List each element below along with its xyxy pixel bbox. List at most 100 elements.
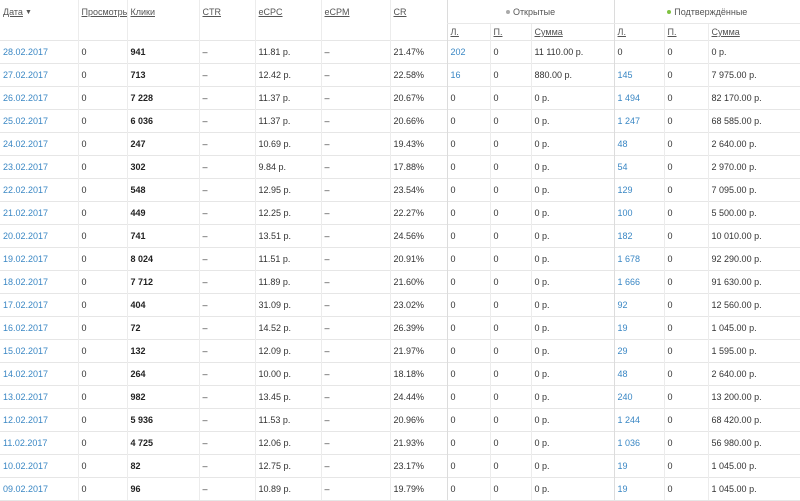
ecpc-cell: 11.81 р. — [254, 40, 321, 64]
date-link[interactable]: 22.02.2017 — [3, 185, 48, 195]
date-cell[interactable]: 19.02.2017 — [0, 247, 78, 271]
confirmed-leads-cell[interactable]: 1 247 — [613, 109, 665, 133]
date-link[interactable]: 25.02.2017 — [3, 116, 48, 126]
confirmed-leads-link[interactable]: 1 244 — [618, 415, 641, 425]
sort-desc-icon[interactable]: ▼ — [25, 9, 32, 16]
confirmed-leads-link[interactable]: 1 036 — [618, 438, 641, 448]
open-p-cell: 0 — [489, 454, 531, 478]
confirmed-leads-cell[interactable]: 100 — [613, 201, 665, 225]
date-link[interactable]: 09.02.2017 — [3, 484, 48, 494]
date-cell[interactable]: 11.02.2017 — [0, 431, 78, 455]
col-header-ctr[interactable]: CTR — [198, 0, 255, 41]
date-cell[interactable]: 14.02.2017 — [0, 362, 78, 386]
date-link[interactable]: 24.02.2017 — [3, 139, 48, 149]
date-cell[interactable]: 26.02.2017 — [0, 86, 78, 110]
confirmed-leads-link[interactable]: 1 666 — [618, 277, 641, 287]
confirmed-leads-link[interactable]: 240 — [618, 392, 633, 402]
date-link[interactable]: 11.02.2017 — [3, 438, 47, 448]
open-leads-link[interactable]: 16 — [451, 70, 461, 80]
confirmed-leads-link[interactable]: 48 — [618, 369, 628, 379]
confirmed-leads-cell[interactable]: 1 494 — [613, 86, 665, 110]
ctr-cell: – — [198, 385, 255, 409]
date-cell[interactable]: 22.02.2017 — [0, 178, 78, 202]
confirmed-leads-cell[interactable]: 1 036 — [613, 431, 665, 455]
confirmed-leads-cell[interactable]: 1 678 — [613, 247, 665, 271]
open-sum-cell: 0 р. — [530, 270, 615, 294]
confirmed-leads-link[interactable]: 1 494 — [618, 93, 641, 103]
col-header-open-sum[interactable]: Сумма — [530, 23, 615, 41]
date-cell[interactable]: 25.02.2017 — [0, 109, 78, 133]
date-cell[interactable]: 15.02.2017 — [0, 339, 78, 363]
open-leads-cell[interactable]: 202 — [446, 40, 490, 64]
confirmed-leads-cell[interactable]: 48 — [613, 132, 665, 156]
date-cell[interactable]: 18.02.2017 — [0, 270, 78, 294]
confirmed-leads-link[interactable]: 19 — [618, 323, 628, 333]
confirmed-leads-cell[interactable]: 19 — [613, 316, 665, 340]
date-cell[interactable]: 20.02.2017 — [0, 224, 78, 248]
confirmed-leads-cell[interactable]: 54 — [613, 155, 665, 179]
date-link[interactable]: 17.02.2017 — [3, 300, 48, 310]
date-cell[interactable]: 23.02.2017 — [0, 155, 78, 179]
date-cell[interactable]: 09.02.2017 — [0, 477, 78, 501]
confirmed-leads-link[interactable]: 129 — [618, 185, 633, 195]
confirmed-leads-link[interactable]: 1 678 — [618, 254, 641, 264]
confirmed-leads-cell[interactable]: 240 — [613, 385, 665, 409]
col-header-conf-sum[interactable]: Сумма — [707, 23, 800, 41]
col-header-date[interactable]: Дата ▼ — [0, 0, 78, 41]
col-header-clicks[interactable]: Клики — [126, 0, 199, 41]
date-cell[interactable]: 17.02.2017 — [0, 293, 78, 317]
date-link[interactable]: 18.02.2017 — [3, 277, 48, 287]
confirmed-leads-link[interactable]: 1 247 — [618, 116, 641, 126]
confirmed-leads-link[interactable]: 48 — [618, 139, 628, 149]
confirmed-leads-link[interactable]: 145 — [618, 70, 633, 80]
date-link[interactable]: 13.02.2017 — [3, 392, 48, 402]
date-link[interactable]: 26.02.2017 — [3, 93, 48, 103]
date-cell[interactable]: 13.02.2017 — [0, 385, 78, 409]
date-link[interactable]: 14.02.2017 — [3, 369, 48, 379]
date-link[interactable]: 10.02.2017 — [3, 461, 48, 471]
confirmed-leads-cell[interactable]: 48 — [613, 362, 665, 386]
date-link[interactable]: 23.02.2017 — [3, 162, 48, 172]
confirmed-leads-cell[interactable]: 129 — [613, 178, 665, 202]
date-link[interactable]: 15.02.2017 — [3, 346, 48, 356]
date-link[interactable]: 28.02.2017 — [3, 47, 48, 57]
confirmed-leads-link[interactable]: 19 — [618, 461, 628, 471]
confirmed-leads-link[interactable]: 92 — [618, 300, 628, 310]
confirmed-leads-cell[interactable]: 182 — [613, 224, 665, 248]
confirmed-leads-cell[interactable]: 1 244 — [613, 408, 665, 432]
confirmed-leads-cell[interactable]: 19 — [613, 454, 665, 478]
confirmed-leads-cell[interactable]: 29 — [613, 339, 665, 363]
col-header-open-l[interactable]: Л. — [446, 23, 490, 41]
date-cell[interactable]: 27.02.2017 — [0, 63, 78, 87]
col-header-conf-l[interactable]: Л. — [613, 23, 665, 41]
confirmed-leads-cell[interactable]: 19 — [613, 477, 665, 501]
date-cell[interactable]: 28.02.2017 — [0, 40, 78, 64]
date-link[interactable]: 19.02.2017 — [3, 254, 48, 264]
col-header-conf-p[interactable]: П. — [663, 23, 709, 41]
date-link[interactable]: 21.02.2017 — [3, 208, 48, 218]
col-header-ecpc[interactable]: eCPC — [254, 0, 321, 41]
confirmed-leads-link[interactable]: 19 — [618, 484, 628, 494]
confirmed-leads-cell[interactable]: 1 666 — [613, 270, 665, 294]
date-link[interactable]: 27.02.2017 — [3, 70, 48, 80]
confirmed-leads-link[interactable]: 29 — [618, 346, 628, 356]
date-link[interactable]: 20.02.2017 — [3, 231, 48, 241]
date-cell[interactable]: 16.02.2017 — [0, 316, 78, 340]
confirmed-leads-link[interactable]: 182 — [618, 231, 633, 241]
confirmed-leads-link[interactable]: 100 — [618, 208, 633, 218]
date-cell[interactable]: 12.02.2017 — [0, 408, 78, 432]
date-cell[interactable]: 24.02.2017 — [0, 132, 78, 156]
confirmed-leads-cell[interactable]: 145 — [613, 63, 665, 87]
date-cell[interactable]: 21.02.2017 — [0, 201, 78, 225]
date-link[interactable]: 16.02.2017 — [3, 323, 48, 333]
col-header-cr[interactable]: CR — [389, 0, 447, 41]
date-cell[interactable]: 10.02.2017 — [0, 454, 78, 478]
col-header-views[interactable]: Просмотры — [77, 0, 127, 41]
date-link[interactable]: 12.02.2017 — [3, 415, 48, 425]
open-leads-cell[interactable]: 16 — [446, 63, 490, 87]
open-leads-link[interactable]: 202 — [451, 47, 466, 57]
col-header-open-p[interactable]: П. — [489, 23, 531, 41]
confirmed-leads-cell[interactable]: 92 — [613, 293, 665, 317]
col-header-ecpm[interactable]: eCPM — [320, 0, 390, 41]
confirmed-leads-link[interactable]: 54 — [618, 162, 628, 172]
